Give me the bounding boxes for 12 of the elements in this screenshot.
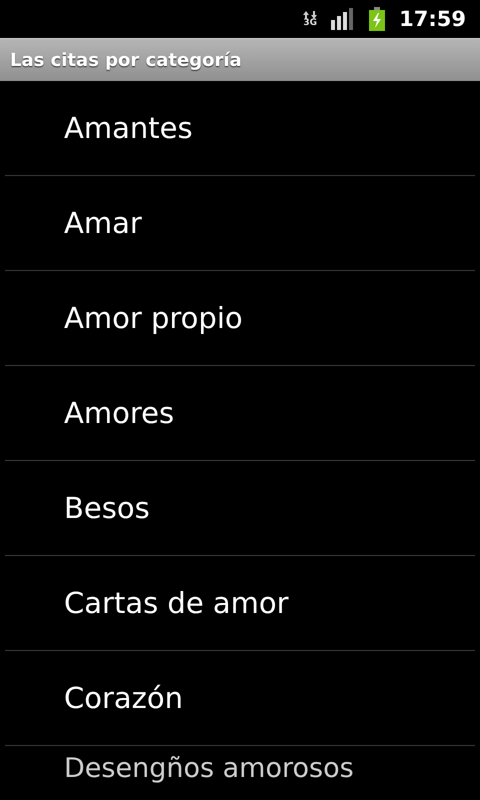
category-item[interactable]: Desengños amorosos	[64, 754, 354, 784]
category-item[interactable]: Amores	[64, 396, 174, 430]
screen-title: Las citas por categoría	[10, 50, 242, 70]
category-item[interactable]: Besos	[64, 491, 150, 525]
category-item[interactable]: Amantes	[64, 111, 193, 145]
clock-time: 17:59	[399, 7, 466, 31]
category-item[interactable]: Corazón	[64, 681, 184, 715]
category-item[interactable]: Cartas de amor	[64, 586, 289, 620]
signal-icon	[331, 8, 356, 30]
category-item[interactable]: Amar	[64, 206, 142, 240]
battery-charging-icon	[369, 7, 386, 31]
category-item[interactable]: Amor propio	[64, 301, 243, 335]
